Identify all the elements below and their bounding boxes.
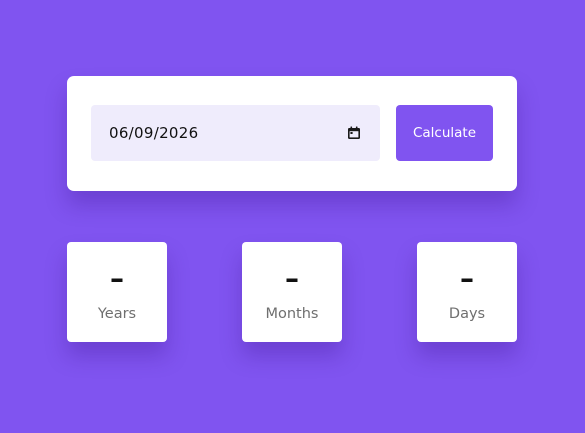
months-value: – bbox=[285, 262, 299, 295]
years-value: – bbox=[110, 262, 124, 295]
days-label: Days bbox=[448, 306, 486, 322]
days-value: – bbox=[460, 262, 474, 295]
years-result-card: – Years bbox=[67, 242, 167, 342]
months-label: Months bbox=[265, 306, 319, 322]
date-input-value[interactable]: 06/09/2026 bbox=[109, 124, 198, 142]
calculate-button[interactable]: Calculate bbox=[396, 105, 493, 161]
calendar-icon[interactable] bbox=[347, 126, 361, 140]
months-result-card: – Months bbox=[242, 242, 342, 342]
date-input[interactable]: 06/09/2026 bbox=[91, 105, 380, 161]
years-label: Years bbox=[97, 306, 137, 322]
days-result-card: – Days bbox=[417, 242, 517, 342]
date-input-card: 06/09/2026 Calculate bbox=[67, 76, 517, 191]
